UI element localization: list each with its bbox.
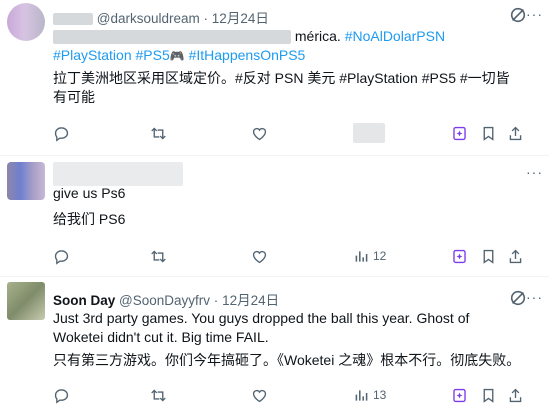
avatar[interactable] bbox=[7, 162, 45, 200]
redacted-display-name bbox=[53, 13, 93, 26]
share-icon bbox=[509, 249, 522, 263]
views-icon bbox=[355, 389, 368, 401]
more-options-icon[interactable]: ··· bbox=[526, 289, 543, 305]
like-button[interactable] bbox=[251, 246, 268, 266]
display-name[interactable]: Soon Day bbox=[53, 293, 115, 308]
text-fragment: mérica. bbox=[294, 28, 341, 44]
tweet-text-original: Just 3rd party games. You guys dropped t… bbox=[53, 310, 470, 345]
tweet-translation: 给我们 PS6 bbox=[53, 211, 126, 227]
more-options-icon[interactable]: ··· bbox=[526, 6, 543, 22]
bookmark-icon bbox=[483, 126, 494, 141]
tweet-3[interactable]: Soon Day @SoonDayyfrv · 12月24日 ··· Just … bbox=[0, 276, 549, 413]
redacted-header bbox=[53, 162, 183, 186]
bookmark-button[interactable] bbox=[480, 123, 497, 143]
separator-dot: · bbox=[213, 293, 219, 308]
avatar[interactable] bbox=[7, 3, 45, 41]
hashtag-link[interactable]: #NoAlDolarPSN bbox=[345, 28, 445, 44]
like-icon bbox=[252, 127, 267, 140]
bookmark-icon bbox=[483, 388, 494, 403]
retweet-button[interactable] bbox=[150, 123, 167, 143]
hashtag-link[interactable]: #PS5 bbox=[136, 47, 170, 63]
grok-button[interactable] bbox=[451, 123, 468, 143]
tweet-header: @darksouldream · 12月24日 bbox=[53, 7, 269, 27]
bookmark-button[interactable] bbox=[480, 246, 497, 266]
like-button[interactable] bbox=[251, 385, 268, 405]
tweet-actions: 12 bbox=[53, 246, 533, 266]
grok-icon bbox=[453, 126, 466, 140]
hashtag-link[interactable]: #ItHappensOnPS5 bbox=[189, 47, 306, 63]
retweet-icon bbox=[151, 249, 166, 263]
like-icon bbox=[252, 389, 267, 402]
share-icon bbox=[509, 388, 522, 402]
tweet-translation: 只有第三方游戏。你们今年搞砸了。《Woketei 之魂》根本不行。彻底失败。 bbox=[53, 352, 521, 368]
grok-button[interactable] bbox=[451, 385, 468, 405]
like-button[interactable] bbox=[251, 123, 268, 143]
separator-dot: · bbox=[203, 11, 209, 26]
views-count: 12 bbox=[373, 249, 387, 263]
retweet-button[interactable] bbox=[150, 246, 167, 266]
tweet-date[interactable]: 12月24日 bbox=[222, 293, 279, 308]
gamepad-emoji: 🎮 bbox=[169, 49, 185, 63]
avatar[interactable] bbox=[7, 282, 45, 320]
more-options-icon[interactable]: ··· bbox=[526, 164, 543, 180]
share-button[interactable] bbox=[507, 385, 524, 405]
share-icon bbox=[509, 126, 522, 140]
reply-button[interactable] bbox=[53, 246, 70, 266]
retweet-button[interactable] bbox=[150, 385, 167, 405]
share-button[interactable] bbox=[507, 123, 524, 143]
reply-button[interactable] bbox=[53, 385, 70, 405]
tweet-actions bbox=[53, 123, 533, 143]
tweet-2[interactable]: ··· give us Ps6 给我们 PS6 12 bbox=[0, 155, 549, 277]
retweet-icon bbox=[151, 126, 166, 140]
reply-icon bbox=[54, 388, 69, 404]
views-icon bbox=[355, 250, 368, 262]
tweet-header: Soon Day @SoonDayyfrv · 12月24日 bbox=[53, 289, 279, 309]
tweet-translation: 拉丁美洲地区采用区域定价。#反对 PSN 美元 #PlayStation #PS… bbox=[53, 70, 510, 105]
tweet-1[interactable]: @darksouldream · 12月24日 ··· mérica. #NoA… bbox=[0, 0, 549, 156]
redacted-text bbox=[53, 30, 291, 45]
share-button[interactable] bbox=[507, 246, 524, 266]
reply-icon bbox=[54, 249, 69, 265]
reply-button[interactable] bbox=[53, 123, 70, 143]
retweet-icon bbox=[151, 388, 166, 402]
user-handle[interactable]: @SoonDayyfrv bbox=[119, 293, 210, 308]
reply-icon bbox=[54, 126, 69, 142]
grok-icon bbox=[453, 388, 466, 402]
grok-icon[interactable] bbox=[509, 289, 527, 307]
views-button[interactable]: 12 bbox=[353, 246, 386, 266]
bookmark-icon bbox=[483, 249, 494, 264]
views-count: 13 bbox=[373, 388, 387, 402]
tweet-text-original: mérica. #NoAlDolarPSN #PlayStation #PS5🎮… bbox=[53, 27, 523, 66]
grok-icon[interactable] bbox=[509, 6, 527, 24]
grok-button[interactable] bbox=[451, 246, 468, 266]
tweet-actions: 13 bbox=[53, 385, 533, 405]
views-button[interactable] bbox=[353, 123, 385, 143]
tweet-text-original: give us Ps6 bbox=[53, 185, 126, 201]
grok-icon bbox=[453, 249, 466, 263]
like-icon bbox=[252, 250, 267, 263]
hashtag-link[interactable]: #PlayStation bbox=[53, 47, 132, 63]
tweet-header bbox=[53, 162, 183, 186]
views-button[interactable]: 13 bbox=[353, 385, 386, 405]
redacted-views bbox=[353, 123, 385, 143]
bookmark-button[interactable] bbox=[480, 385, 497, 405]
tweet-date[interactable]: 12月24日 bbox=[212, 11, 269, 26]
user-handle[interactable]: @darksouldream bbox=[97, 11, 200, 26]
